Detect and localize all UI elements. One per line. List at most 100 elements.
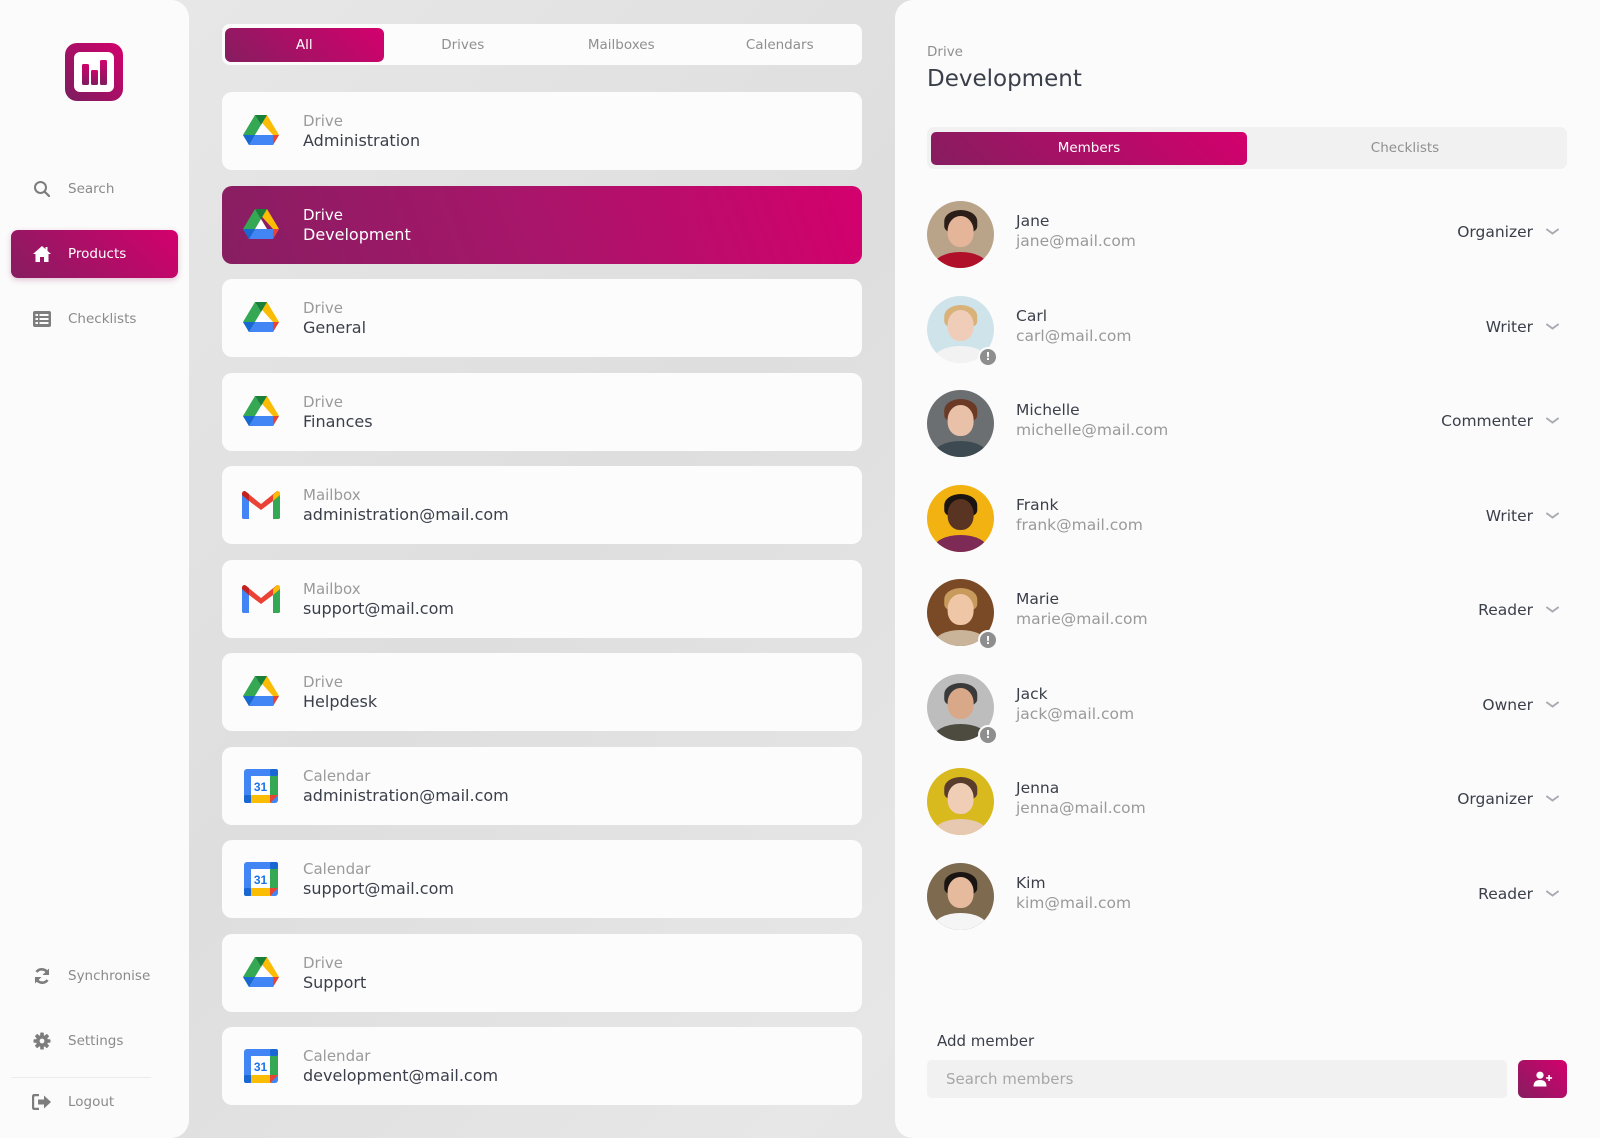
role-select[interactable]: Reader — [1478, 601, 1559, 619]
member-name: Kim — [1016, 873, 1046, 892]
role-select[interactable]: Reader — [1478, 885, 1559, 903]
resource-card[interactable]: Drive General — [222, 279, 862, 357]
resource-card[interactable]: Drive Finances — [222, 372, 862, 451]
resource-text: Calendar support@mail.com — [303, 859, 454, 899]
resource-name: Finances — [303, 411, 373, 431]
resource-type: Calendar — [303, 1047, 371, 1065]
chevron-down-icon — [1545, 225, 1559, 239]
resource-name: support@mail.com — [303, 879, 454, 898]
tab-checklists[interactable]: Checklists — [1247, 132, 1563, 165]
role-label: Commenter — [1441, 412, 1533, 430]
calendar-day-text: 31 — [254, 1060, 268, 1074]
role-select[interactable]: Commenter — [1441, 412, 1559, 430]
avatar — [927, 862, 994, 930]
member-name: Jenna — [1016, 779, 1060, 797]
resource-text: Mailbox support@mail.com — [303, 579, 454, 619]
search-icon — [31, 178, 53, 200]
page-title: Development — [927, 66, 1082, 92]
sidebar-item-products[interactable]: Products — [11, 230, 178, 278]
member-name: Carl — [1016, 306, 1047, 325]
tab-calendars[interactable]: Calendars — [701, 28, 860, 62]
avatar — [927, 768, 994, 835]
sidebar: Search Products Checklists Synchronise S… — [0, 0, 189, 1138]
resource-name: Administration — [303, 131, 421, 150]
role-label: Writer — [1485, 506, 1533, 525]
avatar: ! — [927, 295, 998, 367]
role-select[interactable]: Writer — [1486, 507, 1559, 525]
resource-name: administration@mail.com — [303, 505, 509, 524]
google-drive-icon — [241, 298, 281, 338]
app-logo[interactable] — [65, 43, 123, 101]
resource-card[interactable]: Drive Administration — [222, 92, 862, 170]
resource-text: Drive Support — [303, 953, 366, 993]
google-drive-icon — [241, 392, 281, 432]
resource-card[interactable]: Drive Development — [222, 185, 862, 264]
member-row: ! Carl carl@mail.com Writer — [927, 295, 1567, 391]
role-label: Writer — [1485, 317, 1533, 336]
member-row: ! Jack jack@mail.com Owner — [927, 673, 1567, 769]
chevron-down-icon — [1545, 603, 1559, 617]
member-row: Jane jane@mail.com Organizer — [927, 201, 1567, 296]
logout-icon — [31, 1091, 53, 1113]
resource-type: Drive — [303, 112, 343, 130]
search-members-input[interactable] — [927, 1060, 1507, 1098]
sidebar-item-synchronise[interactable]: Synchronise — [11, 952, 178, 1000]
member-list: Jane jane@mail.com Organizer! Carl carl@mail… — [927, 201, 1567, 957]
resource-card[interactable]: 31 Calendar support@mail.com — [222, 840, 862, 918]
gear-icon — [31, 1030, 53, 1052]
role-label: Reader — [1478, 884, 1533, 903]
resource-card[interactable]: Mailbox support@mail.com — [222, 559, 862, 638]
tab-all[interactable]: All — [225, 27, 384, 62]
resource-type: Drive — [303, 205, 343, 224]
google-drive-icon — [241, 672, 281, 712]
role-select[interactable]: Organizer — [1457, 790, 1559, 808]
resource-name: Development — [303, 224, 411, 244]
chevron-down-icon — [1545, 887, 1559, 901]
member-email: kim@mail.com — [1016, 893, 1132, 912]
warning-badge-icon: ! — [978, 724, 998, 745]
sidebar-item-search[interactable]: Search — [11, 165, 178, 213]
gmail-icon — [241, 579, 281, 619]
resource-type: Calendar — [303, 766, 371, 785]
calendar-day-text: 31 — [254, 873, 268, 887]
resource-text: Drive Administration — [303, 111, 420, 151]
calendar-day-text: 31 — [254, 780, 268, 794]
list-icon — [31, 308, 53, 330]
member-email: frank@mail.com — [1016, 515, 1143, 534]
sidebar-item-checklists[interactable]: Checklists — [11, 295, 178, 343]
add-member-button[interactable] — [1518, 1060, 1567, 1098]
detail-type: Drive — [927, 44, 963, 60]
resource-card[interactable]: Drive Support — [222, 933, 862, 1012]
resource-card[interactable]: Mailbox administration@mail.com — [222, 466, 862, 544]
role-label: Organizer — [1457, 790, 1533, 808]
member-info: Marie marie@mail.com — [1016, 579, 1148, 629]
tab-members[interactable]: Members — [931, 131, 1247, 165]
member-name: Frank — [1016, 495, 1059, 514]
sidebar-item-label: Synchronise — [68, 968, 151, 984]
sidebar-item-logout[interactable]: Logout — [11, 1078, 178, 1126]
role-select[interactable]: Writer — [1486, 318, 1559, 336]
resource-card[interactable]: 31 Calendar administration@mail.com — [222, 746, 862, 825]
role-select[interactable]: Organizer — [1457, 223, 1559, 241]
member-info: Jenna jenna@mail.com — [1016, 768, 1146, 818]
resource-card[interactable]: 31 Calendar development@mail.com — [222, 1027, 862, 1105]
member-info: Jack jack@mail.com — [1016, 674, 1134, 724]
add-member-label: Add member — [937, 1032, 1035, 1050]
resource-card[interactable]: Drive Helpdesk — [222, 653, 862, 731]
resource-text: Calendar development@mail.com — [303, 1046, 498, 1086]
google-drive-icon — [241, 111, 281, 151]
chevron-down-icon — [1545, 509, 1559, 523]
tab-drives[interactable]: Drives — [384, 28, 543, 62]
resource-type: Drive — [303, 953, 343, 972]
chevron-down-icon — [1545, 320, 1559, 334]
avatar — [927, 201, 994, 268]
role-select[interactable]: Owner — [1482, 696, 1559, 714]
warning-badge-icon: ! — [978, 630, 998, 650]
member-email: carl@mail.com — [1016, 326, 1132, 345]
sidebar-item-settings[interactable]: Settings — [11, 1017, 178, 1065]
resource-text: Drive Helpdesk — [303, 672, 377, 712]
google-drive-icon — [241, 953, 281, 993]
sync-icon — [31, 965, 53, 987]
member-row: Frank frank@mail.com Writer — [927, 484, 1567, 580]
tab-mailboxes[interactable]: Mailboxes — [542, 28, 701, 62]
